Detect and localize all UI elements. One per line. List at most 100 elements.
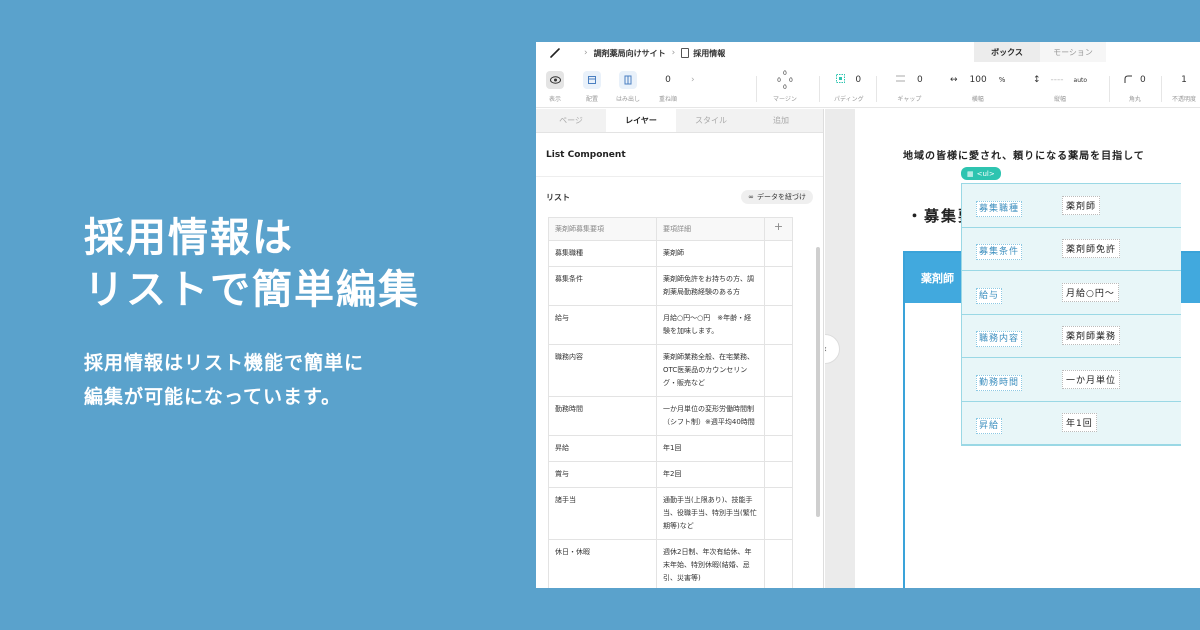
margin-left[interactable]: 0: [777, 77, 781, 84]
row-key[interactable]: 諸手当: [549, 488, 657, 539]
hero-sub-line2: 編集が可能になっています。: [84, 386, 342, 408]
list-item[interactable]: 勤務時間 一か月単位: [962, 358, 1181, 402]
add-column-button[interactable]: +: [765, 218, 792, 240]
opacity-value[interactable]: 1: [1181, 70, 1187, 90]
tab-add[interactable]: 追加: [746, 109, 816, 132]
overflow-label: はみ出し: [616, 96, 641, 103]
hero-sub-line1: 採用情報はリスト機能で簡単に: [84, 352, 365, 374]
table-row[interactable]: 諸手当 通勤手当(上限あり)、技能手当、役職手当、特別手当(繁忙期等)など: [549, 488, 792, 540]
list-item[interactable]: 給与 月給○円〜: [962, 271, 1181, 315]
row-value[interactable]: 年2回: [657, 462, 765, 487]
margin-right[interactable]: 0: [789, 77, 793, 84]
width-unit[interactable]: %: [999, 76, 1006, 84]
more-chevron[interactable]: ›: [691, 70, 695, 90]
row-key[interactable]: 募集条件: [549, 267, 657, 305]
list-item[interactable]: 職務内容 薬剤師業務: [962, 315, 1181, 358]
margin-tool[interactable]: 0 00 0 マージン: [773, 70, 797, 104]
list-item[interactable]: 募集条件 薬剤師免許: [962, 228, 1181, 271]
row-key[interactable]: 昇給: [549, 436, 657, 461]
padding-value[interactable]: 0: [855, 75, 861, 85]
z-index-value[interactable]: 0: [665, 70, 671, 90]
height-unit[interactable]: auto: [1074, 77, 1088, 84]
job-value[interactable]: 月給○円〜: [1062, 282, 1119, 302]
width-value[interactable]: 100: [970, 75, 987, 85]
row-value[interactable]: 薬剤師業務全般、在宅業務、OTC医薬品のカウンセリング・販売など: [657, 345, 765, 396]
bind-data-button[interactable]: ∞ データを紐づけ: [741, 190, 813, 204]
table-row[interactable]: 休日・休暇 週休2日制、年次有給休、年末年始、特別休暇(結婚、忌引、災害等): [549, 540, 792, 588]
width-label: 横幅: [971, 96, 984, 103]
job-key[interactable]: 昇給: [976, 418, 1003, 435]
gap-value[interactable]: 0: [917, 75, 923, 85]
job-value[interactable]: 年1回: [1062, 413, 1097, 433]
list-item[interactable]: 昇給 年1回: [962, 402, 1181, 445]
radius-value[interactable]: 0: [1140, 75, 1146, 85]
layout-icon[interactable]: [583, 71, 601, 89]
row-spacer: [765, 241, 792, 266]
row-spacer: [765, 436, 792, 461]
table-row[interactable]: 募集条件 薬剤師免許をお持ちの方、調剤薬局勤務経験のある方: [549, 267, 792, 306]
row-key[interactable]: 賞与: [549, 462, 657, 487]
scrollbar[interactable]: [816, 247, 820, 517]
table-row[interactable]: 給与 月給○円〜○円 ※年齢・経験を加味します。: [549, 306, 792, 345]
overflow-tool[interactable]: はみ出し: [616, 70, 640, 103]
align-tool[interactable]: 配置: [583, 70, 601, 103]
hero-title-line1: 採用情報は: [84, 215, 294, 261]
overflow-icon[interactable]: [619, 71, 637, 89]
table-row[interactable]: 勤務時間 一か月単位の変形労働時間制（シフト制）※週平均40時間: [549, 397, 792, 436]
row-value[interactable]: 通勤手当(上限あり)、技能手当、役職手当、特別手当(繁忙期等)など: [657, 488, 765, 539]
job-value[interactable]: 薬剤師免許: [1062, 239, 1121, 259]
row-value[interactable]: 週休2日制、年次有給休、年末年始、特別休暇(結婚、忌引、災害等): [657, 540, 765, 588]
row-value[interactable]: 年1回: [657, 436, 765, 461]
row-value[interactable]: 薬剤師免許をお持ちの方、調剤薬局勤務経験のある方: [657, 267, 765, 305]
row-spacer: [765, 306, 792, 344]
job-key[interactable]: 募集職種: [976, 200, 1023, 217]
eye-icon[interactable]: [546, 71, 564, 89]
chevron-right-icon[interactable]: ›: [691, 70, 695, 90]
z-index-tool[interactable]: 0 重ね順: [659, 70, 677, 103]
pen-icon[interactable]: [548, 46, 562, 60]
job-value[interactable]: 一か月単位: [1062, 369, 1121, 389]
tab-style[interactable]: スタイル: [676, 109, 746, 132]
tab-motion[interactable]: モーション: [1040, 42, 1106, 62]
row-key[interactable]: 給与: [549, 306, 657, 344]
margin-bottom[interactable]: 0: [783, 84, 787, 91]
row-key[interactable]: 職務内容: [549, 345, 657, 396]
height-tool[interactable]: ↕ ---- auto 縦幅: [1033, 70, 1087, 103]
breadcrumb-page[interactable]: 採用情報: [693, 48, 725, 59]
width-tool[interactable]: ↔ 100 % 横幅: [950, 70, 1005, 103]
column-header: 要項詳細: [657, 218, 765, 240]
job-list[interactable]: 募集職種 薬剤師募集条件 薬剤師免許給与 月給○円〜職務内容 薬剤師業務勤務時間 一か月単…: [961, 183, 1181, 446]
table-row[interactable]: 昇給 年1回: [549, 436, 792, 462]
breadcrumb-site[interactable]: 調剤薬局向けサイト: [594, 48, 666, 59]
row-key[interactable]: 休日・休暇: [549, 540, 657, 588]
list-item[interactable]: 募集職種 薬剤師: [962, 184, 1181, 228]
opacity-tool[interactable]: 1 不透明度: [1172, 70, 1196, 103]
radius-tool[interactable]: 0 角丸: [1124, 70, 1146, 103]
gap-tool[interactable]: 0 ギャップ: [896, 70, 923, 103]
row-key[interactable]: 募集職種: [549, 241, 657, 266]
row-key[interactable]: 勤務時間: [549, 397, 657, 435]
job-key[interactable]: 給与: [976, 287, 1003, 304]
tagline: 地域の皆様に愛され、頼りになる薬局を目指して: [903, 151, 1145, 162]
list-header: リスト ∞ データを紐づけ: [536, 177, 823, 217]
collapse-panel-button[interactable]: ‹: [825, 334, 840, 364]
margin-top[interactable]: 0: [783, 70, 787, 77]
table-row[interactable]: 職務内容 薬剤師業務全般、在宅業務、OTC医薬品のカウンセリング・販売など: [549, 345, 792, 397]
display-tool[interactable]: 表示: [546, 70, 564, 103]
ul-element-tag[interactable]: ▦ <ul>: [961, 167, 1001, 180]
table-row[interactable]: 賞与 年2回: [549, 462, 792, 488]
job-key[interactable]: 勤務時間: [976, 374, 1023, 391]
job-value[interactable]: 薬剤師: [1062, 195, 1101, 215]
tab-page[interactable]: ページ: [536, 109, 606, 132]
row-value[interactable]: 月給○円〜○円 ※年齢・経験を加味します。: [657, 306, 765, 344]
job-key[interactable]: 募集条件: [976, 244, 1023, 261]
job-key[interactable]: 職務内容: [976, 331, 1023, 348]
table-row[interactable]: 募集職種 薬剤師: [549, 241, 792, 267]
job-value[interactable]: 薬剤師業務: [1062, 326, 1121, 346]
tab-box[interactable]: ボックス: [974, 42, 1040, 62]
tab-layer[interactable]: レイヤー: [606, 109, 676, 132]
padding-tool[interactable]: 0 パディング: [834, 70, 864, 103]
height-value[interactable]: ----: [1051, 75, 1064, 85]
row-value[interactable]: 一か月単位の変形労働時間制（シフト制）※週平均40時間: [657, 397, 765, 435]
row-value[interactable]: 薬剤師: [657, 241, 765, 266]
